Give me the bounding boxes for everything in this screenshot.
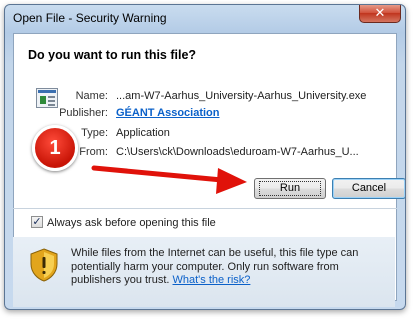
- always-ask-label: Always ask before opening this file: [47, 217, 216, 229]
- type-value: Application: [116, 127, 170, 139]
- cancel-button[interactable]: Cancel: [332, 178, 405, 199]
- name-label: Name:: [75, 90, 108, 102]
- dialog-question: Do you want to run this file?: [28, 48, 197, 62]
- warning-message: While files from the Internet can be use…: [71, 247, 383, 288]
- dialog-title: Open File - Security Warning: [13, 11, 167, 25]
- from-value: C:\Users\ck\Downloads\eduroam-W7-Aarhus_…: [116, 146, 359, 158]
- checkmark-icon: ✓: [32, 216, 42, 228]
- step-number-badge: 1: [32, 125, 78, 171]
- warning-footer: While files from the Internet can be use…: [13, 237, 395, 307]
- close-button[interactable]: ✕: [359, 5, 401, 23]
- whats-the-risk-link[interactable]: What's the risk?: [173, 274, 251, 286]
- publisher-label: Publisher:: [59, 107, 108, 119]
- footer-divider: [13, 208, 397, 209]
- always-ask-checkbox[interactable]: ✓: [31, 216, 43, 228]
- security-shield-icon: [30, 248, 58, 282]
- close-icon: ✕: [374, 5, 386, 20]
- run-button[interactable]: Run: [254, 178, 326, 199]
- publisher-link[interactable]: GÉANT Association: [116, 105, 220, 121]
- run-button-label: Run: [258, 181, 322, 196]
- name-value: ...am-W7-Aarhus_University-Aarhus_Univer…: [116, 90, 367, 102]
